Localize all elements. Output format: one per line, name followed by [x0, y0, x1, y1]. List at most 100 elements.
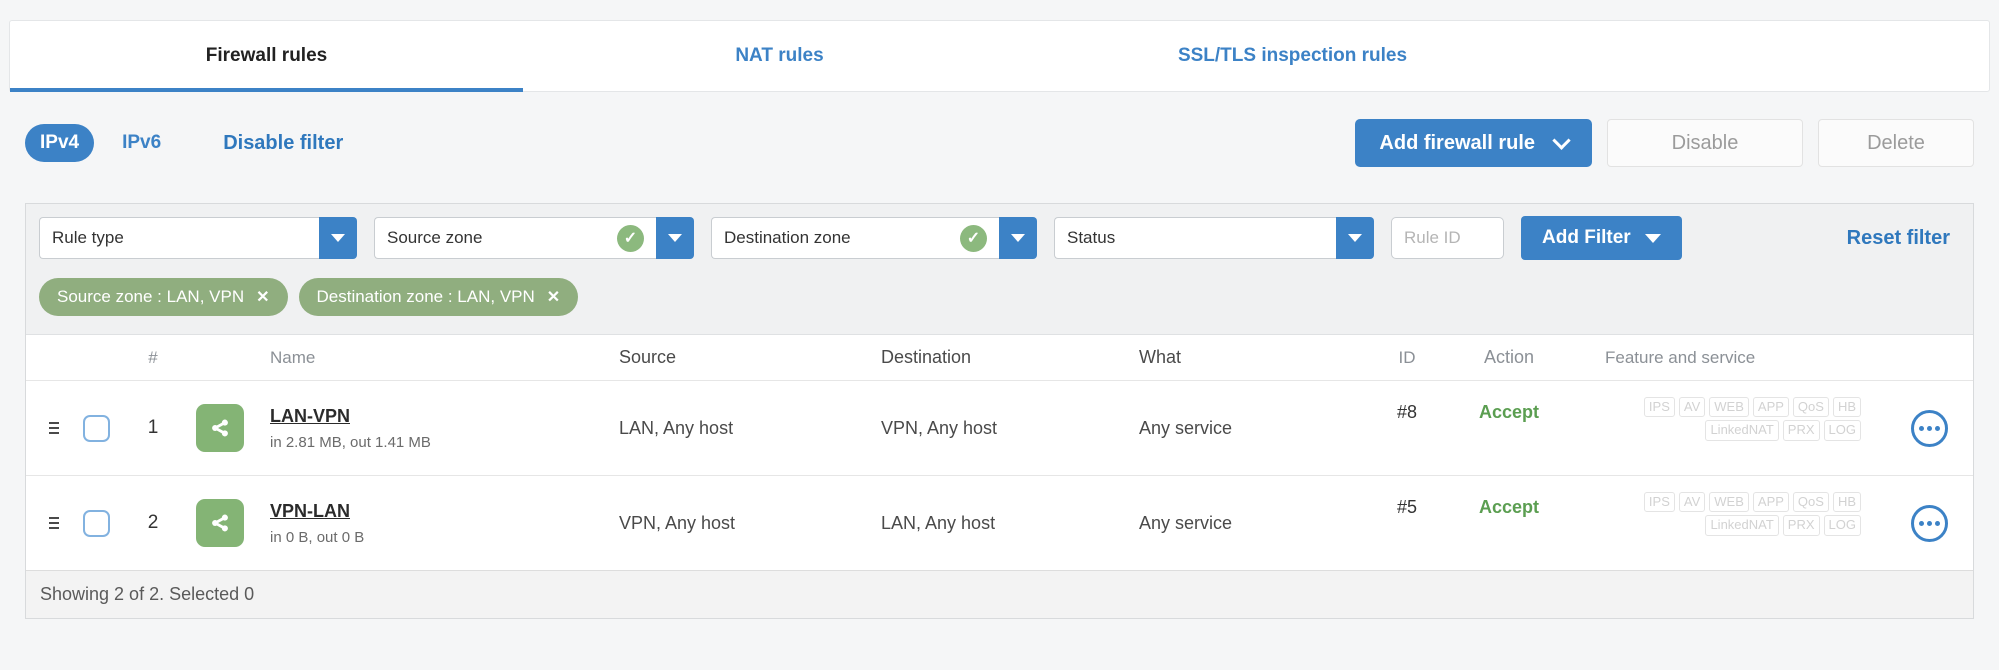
source-zone-filter-chip: Source zone : LAN, VPN ✕	[39, 278, 288, 316]
header-destination: Destination	[881, 347, 972, 367]
feature-badges: IPS AV WEB APP QoS HB LinkedNAT PRX LOG	[1565, 381, 1885, 444]
row-checkbox[interactable]	[82, 414, 110, 442]
caret-down-icon	[668, 234, 682, 242]
rule-what: Any service	[1139, 512, 1233, 533]
badge-hb: HB	[1832, 492, 1861, 513]
feature-badges: IPS AV WEB APP QoS HB LinkedNAT PRX LOG	[1565, 476, 1885, 539]
badge-linkednat: LinkedNAT	[1705, 515, 1779, 536]
dropdown-arrow-button[interactable]	[1336, 217, 1374, 259]
rule-type-filter-dropdown[interactable]: Rule type	[39, 217, 357, 259]
firewall-rules-panel: Rule type Source zone ✓ Destination zone…	[25, 203, 1974, 619]
drag-handle[interactable]	[49, 517, 59, 529]
table-row: 2 VPN-LAN in 0 B, out 0 B VPN, Any host …	[26, 475, 1973, 570]
badge-ips: IPS	[1643, 397, 1675, 418]
header-source: Source	[619, 347, 677, 367]
add-firewall-rule-button[interactable]: Add firewall rule	[1355, 119, 1592, 167]
rule-source: VPN, Any host	[619, 512, 736, 533]
badge-qos: QoS	[1792, 397, 1829, 418]
table-header-row: # Name Source Destination What ID Action…	[26, 334, 1973, 380]
rule-id-input[interactable]	[1391, 217, 1504, 259]
caret-down-icon	[1644, 233, 1661, 243]
filter-bar: Rule type Source zone ✓ Destination zone…	[26, 204, 1973, 270]
share-icon	[212, 514, 228, 532]
dropdown-arrow-button[interactable]	[999, 217, 1037, 259]
badge-qos: QoS	[1792, 492, 1829, 513]
rule-type-filter-value: Rule type	[39, 217, 319, 259]
remove-filter-icon[interactable]: ✕	[547, 287, 560, 307]
rule-id: #8	[1396, 402, 1418, 422]
rule-position: 1	[147, 417, 159, 438]
toolbar: IPv4 IPv6 Disable filter Add firewall ru…	[25, 118, 1974, 168]
badge-log: LOG	[1823, 420, 1861, 441]
ipv4-toggle[interactable]: IPv4	[25, 124, 95, 162]
rule-type-share-icon[interactable]	[196, 404, 244, 452]
badge-app: APP	[1752, 397, 1789, 418]
tab-firewall-rules[interactable]: Firewall rules	[10, 21, 523, 92]
source-zone-filter-dropdown[interactable]: Source zone ✓	[374, 217, 694, 259]
badge-log: LOG	[1823, 515, 1861, 536]
disable-filter-link[interactable]: Disable filter	[223, 132, 343, 155]
rule-type-share-icon[interactable]	[196, 499, 244, 547]
badge-ips: IPS	[1643, 492, 1675, 513]
disable-button[interactable]: Disable	[1607, 119, 1803, 167]
table-row: 1 LAN-VPN in 2.81 MB, out 1.41 MB LAN, A…	[26, 380, 1973, 475]
rule-action: Accept	[1478, 402, 1540, 422]
reset-filter-link[interactable]: Reset filter	[1847, 227, 1950, 250]
header-action: Action	[1483, 347, 1535, 367]
drag-handle[interactable]	[49, 422, 59, 434]
caret-down-icon	[1348, 234, 1362, 242]
rule-what: Any service	[1139, 417, 1233, 438]
badge-av: AV	[1678, 492, 1706, 513]
caret-down-icon	[1011, 234, 1025, 242]
badge-prx: PRX	[1782, 420, 1820, 441]
badge-web: WEB	[1709, 492, 1749, 513]
add-filter-button[interactable]: Add Filter	[1521, 216, 1682, 260]
rule-name-link[interactable]: LAN-VPN	[270, 406, 350, 427]
toolbar-actions: Add firewall rule Disable Delete	[1355, 119, 1974, 167]
header-id: ID	[1398, 347, 1416, 367]
source-zone-filter-value: Source zone ✓	[374, 217, 656, 259]
badge-linkednat: LinkedNAT	[1705, 420, 1779, 441]
filter-chip-row: Source zone : LAN, VPN ✕ Destination zon…	[26, 270, 1973, 334]
dropdown-arrow-button[interactable]	[319, 217, 357, 259]
tab-nat-rules[interactable]: NAT rules	[523, 21, 1036, 91]
rules-tab-bar: Firewall rules NAT rules SSL/TLS inspect…	[9, 20, 1990, 92]
badge-app: APP	[1752, 492, 1789, 513]
chip-label: Source zone : LAN, VPN	[57, 287, 245, 306]
rule-destination: LAN, Any host	[881, 512, 996, 533]
rule-name-link[interactable]: VPN-LAN	[270, 501, 350, 522]
row-checkbox[interactable]	[82, 509, 110, 537]
header-feature-service: Feature and service	[1605, 347, 1756, 367]
header-number: #	[148, 347, 158, 367]
caret-down-icon	[331, 234, 345, 242]
badge-av: AV	[1678, 397, 1706, 418]
rule-action: Accept	[1478, 497, 1540, 517]
delete-button[interactable]: Delete	[1818, 119, 1974, 167]
badge-web: WEB	[1709, 397, 1749, 418]
chip-label: Destination zone : LAN, VPN	[316, 287, 535, 306]
status-filter-value: Status	[1054, 217, 1336, 259]
badge-hb: HB	[1832, 397, 1861, 418]
header-what: What	[1139, 347, 1182, 367]
table-footer: Showing 2 of 2. Selected 0	[26, 570, 1973, 618]
ipv6-toggle[interactable]: IPv6	[122, 132, 161, 154]
rule-traffic-stats: in 2.81 MB, out 1.41 MB	[270, 433, 431, 451]
rule-destination: VPN, Any host	[881, 417, 998, 438]
dropdown-arrow-button[interactable]	[656, 217, 694, 259]
header-name: Name	[270, 347, 316, 367]
badge-prx: PRX	[1782, 515, 1820, 536]
check-circle-icon: ✓	[617, 224, 644, 252]
destination-zone-filter-value: Destination zone ✓	[711, 217, 999, 259]
status-filter-dropdown[interactable]: Status	[1054, 217, 1374, 259]
rule-id: #5	[1396, 497, 1418, 517]
row-menu-ellipsis-icon[interactable]	[1910, 409, 1948, 447]
destination-zone-filter-dropdown[interactable]: Destination zone ✓	[711, 217, 1037, 259]
destination-zone-filter-chip: Destination zone : LAN, VPN ✕	[298, 278, 579, 316]
remove-filter-icon[interactable]: ✕	[256, 287, 269, 307]
row-count-status: Showing 2 of 2. Selected 0	[40, 584, 255, 604]
rule-traffic-stats: in 0 B, out 0 B	[270, 528, 365, 546]
rule-source: LAN, Any host	[619, 417, 734, 438]
row-menu-ellipsis-icon[interactable]	[1910, 504, 1948, 542]
chevron-down-icon	[1552, 130, 1571, 150]
tab-ssl-tls-inspection-rules[interactable]: SSL/TLS inspection rules	[1036, 21, 1549, 91]
